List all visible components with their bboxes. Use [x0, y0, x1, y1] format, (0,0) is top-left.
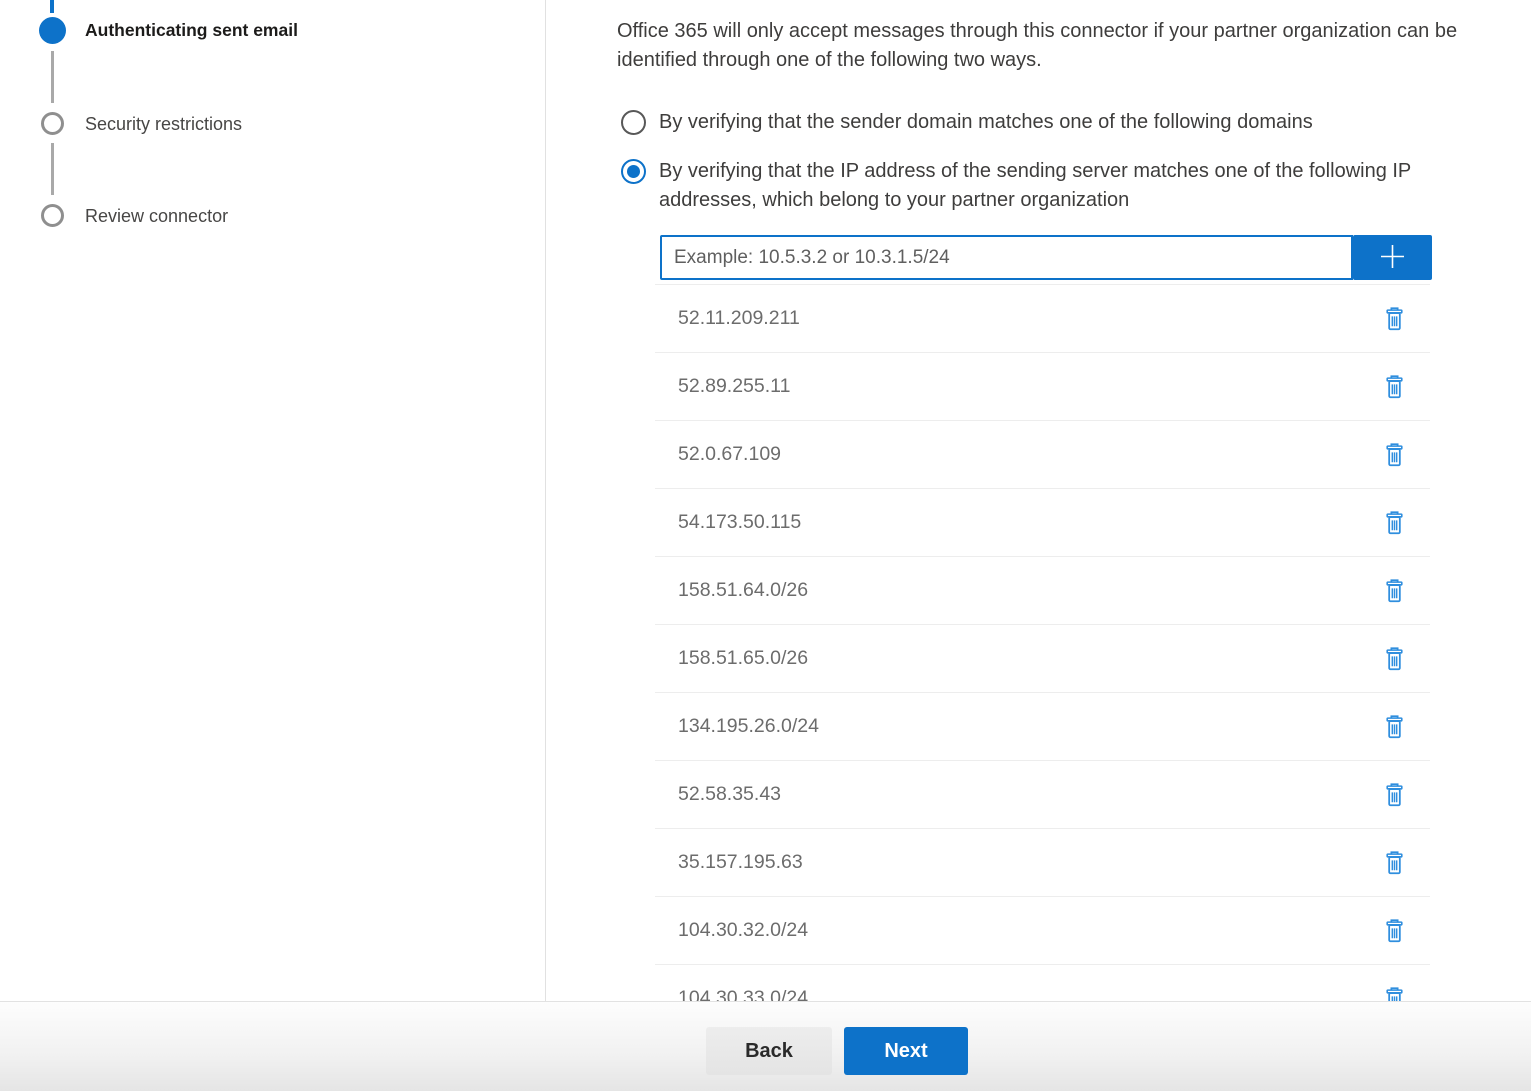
option-sender-domain-label: By verifying that the sender domain matc… — [659, 108, 1313, 137]
ip-row: 158.51.65.0/26 — [655, 625, 1430, 693]
trash-icon — [1384, 455, 1405, 470]
ip-row: 52.0.67.109 — [655, 421, 1430, 489]
trash-icon — [1384, 659, 1405, 674]
ip-address-value: 54.173.50.115 — [678, 511, 801, 534]
ip-address-value: 35.157.195.63 — [678, 851, 803, 874]
ip-row: 52.89.255.11 — [655, 353, 1430, 421]
step-indicator-security — [41, 112, 64, 135]
plus-icon — [1377, 241, 1408, 275]
wizard-footer: Back Next — [0, 1001, 1531, 1091]
ip-address-input[interactable] — [660, 235, 1353, 280]
ip-address-value: 52.89.255.11 — [678, 375, 790, 398]
radio-unselected-icon[interactable] — [621, 110, 646, 135]
delete-ip-button[interactable] — [1381, 305, 1408, 333]
intro-text: Office 365 will only accept messages thr… — [617, 17, 1531, 75]
stepper-connector — [51, 143, 54, 195]
ip-row: 104.30.33.0/24 — [655, 965, 1430, 1001]
authentication-step-panel: Office 365 will only accept messages thr… — [546, 0, 1531, 1001]
trash-icon — [1384, 591, 1405, 606]
delete-ip-button[interactable] — [1381, 713, 1408, 741]
ip-list: 52.11.209.211 52.89.255.11 — [655, 284, 1430, 1001]
delete-ip-button[interactable] — [1381, 441, 1408, 469]
option-ip-address[interactable]: By verifying that the IP address of the … — [621, 157, 1523, 215]
ip-row: 134.195.26.0/24 — [655, 693, 1430, 761]
ip-entry-row — [660, 235, 1432, 280]
ip-row: 52.58.35.43 — [655, 761, 1430, 829]
ip-row: 54.173.50.115 — [655, 489, 1430, 557]
trash-icon — [1384, 387, 1405, 402]
trash-icon — [1384, 795, 1405, 810]
delete-ip-button[interactable] — [1381, 781, 1408, 809]
delete-ip-button[interactable] — [1381, 985, 1408, 1002]
step-label-review: Review connector — [85, 206, 228, 227]
delete-ip-button[interactable] — [1381, 577, 1408, 605]
wizard-stepper: Authenticating sent email Security restr… — [0, 0, 546, 1001]
next-button[interactable]: Next — [844, 1027, 968, 1075]
delete-ip-button[interactable] — [1381, 917, 1408, 945]
trash-icon — [1384, 863, 1405, 878]
step-label-authenticating: Authenticating sent email — [85, 20, 298, 41]
delete-ip-button[interactable] — [1381, 645, 1408, 673]
trash-icon — [1384, 727, 1405, 742]
ip-address-value: 134.195.26.0/24 — [678, 715, 819, 738]
step-label-security: Security restrictions — [85, 114, 242, 135]
delete-ip-button[interactable] — [1381, 509, 1408, 537]
ip-row: 35.157.195.63 — [655, 829, 1430, 897]
ip-address-value: 104.30.32.0/24 — [678, 919, 808, 942]
delete-ip-button[interactable] — [1381, 373, 1408, 401]
option-sender-domain[interactable]: By verifying that the sender domain matc… — [621, 108, 1523, 137]
ip-address-value: 158.51.65.0/26 — [678, 647, 808, 670]
ip-address-value: 52.11.209.211 — [678, 307, 800, 330]
ip-address-value: 158.51.64.0/26 — [678, 579, 808, 602]
delete-ip-button[interactable] — [1381, 849, 1408, 877]
back-button[interactable]: Back — [706, 1027, 832, 1075]
stepper-connector — [51, 51, 54, 103]
trash-icon — [1384, 931, 1405, 946]
ip-address-value: 104.30.33.0/24 — [678, 987, 808, 1001]
step-indicator-review — [41, 204, 64, 227]
stepper-connector-previous — [50, 0, 54, 13]
radio-selected-icon[interactable] — [621, 159, 646, 184]
ip-row: 158.51.64.0/26 — [655, 557, 1430, 625]
ip-row: 52.11.209.211 — [655, 285, 1430, 353]
step-indicator-authenticating — [39, 17, 66, 44]
option-ip-address-label: By verifying that the IP address of the … — [659, 157, 1489, 215]
ip-row: 104.30.32.0/24 — [655, 897, 1430, 965]
trash-icon — [1384, 523, 1405, 538]
ip-address-value: 52.0.67.109 — [678, 443, 781, 466]
add-ip-button[interactable] — [1353, 235, 1432, 280]
ip-address-value: 52.58.35.43 — [678, 783, 781, 806]
trash-icon — [1384, 319, 1405, 334]
